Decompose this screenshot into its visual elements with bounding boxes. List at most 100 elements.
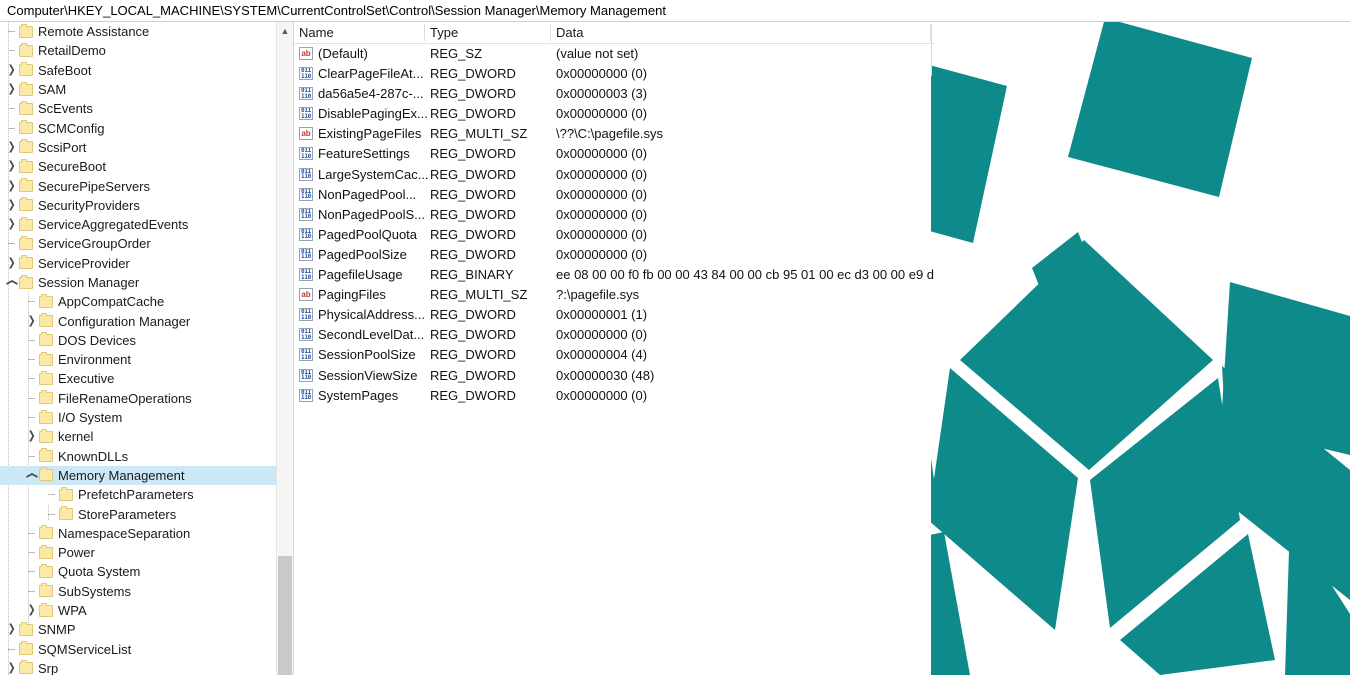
tree-vertical-scrollbar[interactable]: ▲ — [276, 22, 293, 675]
value-type: REG_DWORD — [430, 106, 516, 122]
registry-value-row[interactable]: 011 110 FeatureSettings REG_DWORD 0x00000000… — [294, 144, 934, 164]
tree-item-knowndlls[interactable]: KnownDLLs — [0, 447, 293, 466]
column-divider-name-type[interactable] — [424, 24, 425, 41]
string-value-icon: ab — [299, 288, 313, 302]
registry-value-row[interactable]: 011 110 LargeSystemCac... REG_DWORD 0x000000… — [294, 165, 934, 185]
tree-item-retaildemo[interactable]: RetailDemo — [0, 41, 293, 60]
scrollbar-thumb[interactable] — [278, 556, 292, 675]
column-divider-type-data[interactable] — [550, 24, 551, 41]
registry-value-row[interactable]: 011 110 da56a5e4-287c-... REG_DWORD 0x000000… — [294, 84, 934, 104]
tree-item-namespaceseparation[interactable]: NamespaceSeparation — [0, 524, 293, 543]
chevron-down-icon[interactable]: ❮ — [24, 466, 39, 485]
value-type: REG_BINARY — [430, 267, 514, 283]
tree-item-prefetchparameters[interactable]: PrefetchParameters — [0, 485, 293, 504]
registry-value-row[interactable]: 011 110 SystemPages REG_DWORD 0x00000000 (0) — [294, 386, 934, 406]
chevron-right-icon[interactable]: ❯ — [4, 138, 19, 157]
value-type: REG_DWORD — [430, 186, 516, 202]
chevron-right-icon[interactable]: ❯ — [4, 215, 19, 234]
list-column-header[interactable]: Name Type Data — [294, 22, 934, 44]
tree-item-scmconfig[interactable]: SCMConfig — [0, 118, 293, 137]
tree-item-appcompatcache[interactable]: AppCompatCache — [0, 292, 293, 311]
registry-value-row[interactable]: 011 110 PagedPoolQuota REG_DWORD 0x00000000 … — [294, 225, 934, 245]
tree-item-servicegrouporder[interactable]: ServiceGroupOrder — [0, 234, 293, 253]
column-header-name[interactable]: Name — [299, 25, 334, 40]
tree-item-configuration-manager[interactable]: ❯ Configuration Manager — [0, 311, 293, 330]
chevron-right-icon[interactable]: ❯ — [4, 659, 19, 675]
tree-item-executive[interactable]: Executive — [0, 369, 293, 388]
tree-item-sam[interactable]: ❯ SAM — [0, 80, 293, 99]
tree-item-label: Quota System — [58, 564, 141, 580]
tree-item-safeboot[interactable]: ❯ SafeBoot — [0, 61, 293, 80]
chevron-right-icon[interactable]: ❯ — [4, 254, 19, 273]
folder-icon — [39, 332, 53, 347]
registry-value-row[interactable]: ab ExistingPageFiles REG_MULTI_SZ \??\C:\pa… — [294, 124, 934, 144]
tree-item-storeparameters[interactable]: StoreParameters — [0, 504, 293, 523]
registry-values-list[interactable]: Name Type Data ab (Default) REG_SZ (value n… — [294, 22, 934, 675]
tree-item-serviceprovider[interactable]: ❯ ServiceProvider — [0, 254, 293, 273]
tree-item-power[interactable]: Power — [0, 543, 293, 562]
tree-item-remote-assistance[interactable]: Remote Assistance — [0, 22, 293, 41]
registry-value-row[interactable]: 011 110 PhysicalAddress... REG_DWORD 0x00000… — [294, 305, 934, 325]
tree-item-dos-devices[interactable]: DOS Devices — [0, 331, 293, 350]
chevron-right-icon[interactable]: ❯ — [4, 177, 19, 196]
registry-value-row[interactable]: 011 110 SessionViewSize REG_DWORD 0x00000030… — [294, 366, 934, 386]
folder-icon — [39, 351, 53, 366]
registry-value-row[interactable]: 011 110 PagedPoolSize REG_DWORD 0x00000000 (… — [294, 245, 934, 265]
value-name: FeatureSettings — [318, 146, 410, 162]
tree-item-memory-management[interactable]: ❮ Memory Management — [0, 465, 293, 486]
chevron-right-icon[interactable]: ❯ — [4, 620, 19, 639]
tree-connector-dash — [24, 331, 39, 350]
tree-item-kernel[interactable]: ❯ kernel — [0, 427, 293, 446]
tree-item-serviceaggregatedevents[interactable]: ❯ ServiceAggregatedEvents — [0, 215, 293, 234]
value-data: 0x00000000 (0) — [556, 327, 648, 343]
tree-item-label: AppCompatCache — [58, 294, 165, 310]
registry-value-row[interactable]: 011 110 SecondLevelDat... REG_DWORD 0x000000… — [294, 325, 934, 345]
registry-value-row[interactable]: ab (Default) REG_SZ (value not set) — [294, 44, 934, 64]
registry-key-tree[interactable]: Remote Assistance RetailDemo ❯ SafeBoot ❯ SAM… — [0, 22, 294, 675]
registry-value-row[interactable]: 011 110 PagefileUsage REG_BINARY ee 08 00 00… — [294, 265, 934, 285]
tree-connector-dash — [44, 485, 59, 504]
tree-item-label: Configuration Manager — [58, 313, 191, 329]
tree-item-session-manager[interactable]: ❮ Session Manager — [0, 273, 293, 292]
registry-value-row[interactable]: 011 110 DisablePagingEx... REG_DWORD 0x00000… — [294, 104, 934, 124]
folder-icon — [19, 81, 33, 96]
tree-item-filerenameoperations[interactable]: FileRenameOperations — [0, 389, 293, 408]
tree-item-scevents[interactable]: ScEvents — [0, 99, 293, 118]
tree-item-quota-system[interactable]: Quota System — [0, 562, 293, 581]
tree-item-snmp[interactable]: ❯ SNMP — [0, 620, 293, 639]
registry-value-row[interactable]: 011 110 ClearPageFileAt... REG_DWORD 0x00000… — [294, 64, 934, 84]
tree-item-environment[interactable]: Environment — [0, 350, 293, 369]
chevron-down-icon[interactable]: ❮ — [4, 273, 19, 292]
dword-value-icon: 011 110 — [299, 348, 313, 362]
tree-item-sqmservicelist[interactable]: SQMServiceList — [0, 640, 293, 659]
tree-item-i-o-system[interactable]: I/O System — [0, 408, 293, 427]
chevron-right-icon[interactable]: ❯ — [4, 196, 19, 215]
tree-connector-dash — [24, 350, 39, 369]
chevron-right-icon[interactable]: ❯ — [24, 312, 39, 331]
scroll-up-arrow-icon[interactable]: ▲ — [277, 22, 293, 39]
address-bar[interactable]: Computer\HKEY_LOCAL_MACHINE\SYSTEM\Curre… — [0, 0, 1350, 22]
folder-icon — [39, 390, 53, 405]
chevron-right-icon[interactable]: ❯ — [4, 80, 19, 99]
registry-value-row[interactable]: 011 110 NonPagedPool... REG_DWORD 0x00000000… — [294, 185, 934, 205]
registry-value-row[interactable]: ab PagingFiles REG_MULTI_SZ ?:\pagefile.sys — [294, 285, 934, 305]
registry-value-row[interactable]: 011 110 NonPagedPoolS... REG_DWORD 0x0000000… — [294, 205, 934, 225]
value-data: 0x00000001 (1) — [556, 307, 648, 323]
tree-item-srp[interactable]: ❯ Srp — [0, 659, 293, 675]
chevron-right-icon[interactable]: ❯ — [4, 61, 19, 80]
string-value-icon: ab — [299, 127, 313, 141]
tree-connector-dash — [4, 640, 19, 659]
tree-item-secureboot[interactable]: ❯ SecureBoot — [0, 157, 293, 176]
column-header-type[interactable]: Type — [430, 25, 458, 40]
tree-item-securityproviders[interactable]: ❯ SecurityProviders — [0, 196, 293, 215]
registry-value-row[interactable]: 011 110 SessionPoolSize REG_DWORD 0x00000004… — [294, 345, 934, 365]
chevron-right-icon[interactable]: ❯ — [24, 601, 39, 620]
tree-item-wpa[interactable]: ❯ WPA — [0, 601, 293, 620]
folder-icon — [39, 370, 53, 385]
chevron-right-icon[interactable]: ❯ — [4, 157, 19, 176]
tree-item-scsiport[interactable]: ❯ ScsiPort — [0, 138, 293, 157]
column-header-data[interactable]: Data — [556, 25, 583, 40]
tree-item-subsystems[interactable]: SubSystems — [0, 582, 293, 601]
chevron-right-icon[interactable]: ❯ — [24, 427, 39, 446]
tree-item-securepipeservers[interactable]: ❯ SecurePipeServers — [0, 176, 293, 195]
